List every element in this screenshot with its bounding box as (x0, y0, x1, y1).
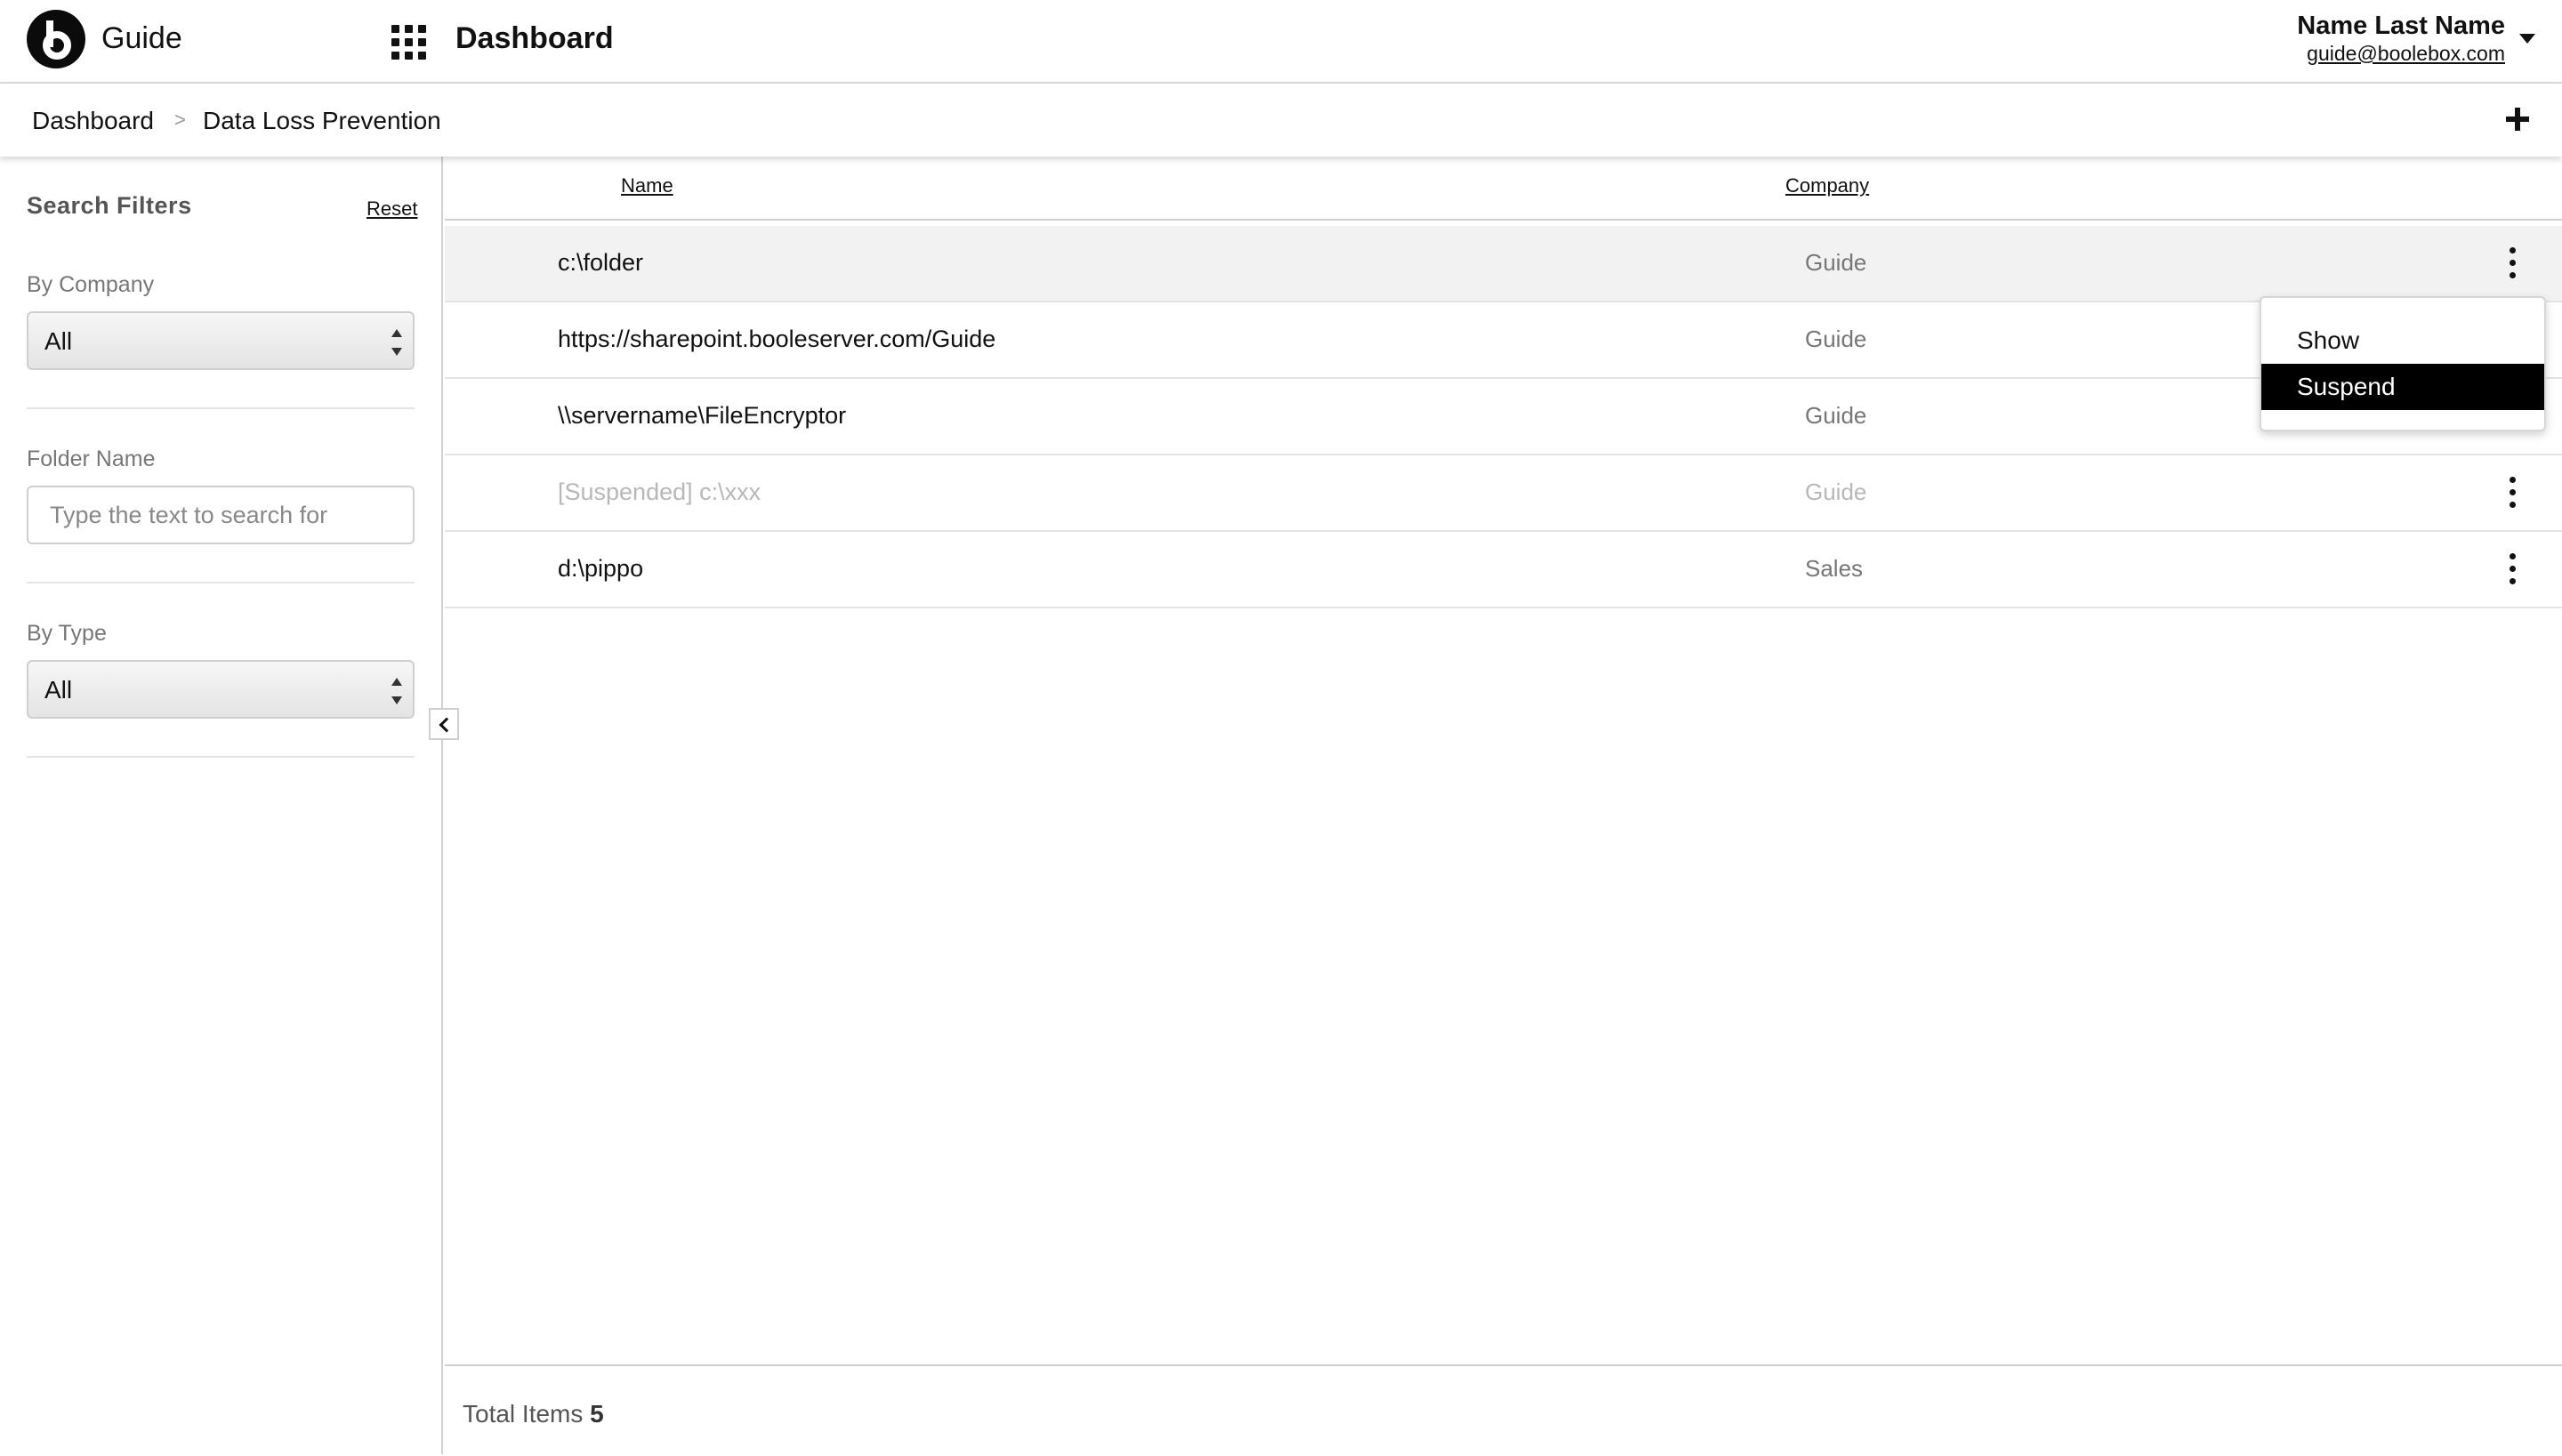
total-items-count: 5 (590, 1400, 604, 1428)
company-select-value: All (44, 327, 73, 355)
chevron-left-icon[interactable] (429, 708, 459, 740)
plus-icon[interactable] (2498, 100, 2537, 139)
reset-link[interactable]: Reset (367, 197, 417, 221)
kebab-menu-icon[interactable] (2503, 551, 2521, 587)
by-company-label: By Company (27, 272, 155, 297)
kebab-menu-icon[interactable] (2503, 475, 2521, 511)
folder-name-label: Folder Name (27, 446, 156, 471)
row-name: [Suspended] c:\xxx (558, 479, 761, 505)
section-title: Dashboard (455, 21, 614, 55)
table-row[interactable]: [Suspended] c:\xxx Guide (445, 455, 2562, 532)
menu-item-show[interactable]: Show (2261, 318, 2544, 364)
row-name: \\servername\FileEncryptor (558, 402, 847, 429)
breadcrumb: Dashboard > Data Loss Prevention (0, 84, 2562, 157)
row-name: c:\folder (558, 249, 644, 276)
row-name: d:\pippo (558, 555, 644, 582)
table-row[interactable]: https://sharepoint.booleserver.com/Guide… (445, 302, 2562, 379)
by-type-label: By Type (27, 621, 107, 646)
total-items: Total Items 5 (463, 1400, 604, 1428)
column-header-name[interactable]: Name (621, 174, 673, 197)
select-arrows-icon (391, 329, 402, 356)
grid-icon[interactable] (391, 25, 427, 60)
caret-down-icon[interactable] (2519, 34, 2535, 44)
table-row[interactable]: d:\pippo Sales (445, 532, 2562, 608)
menu-item-suspend[interactable]: Suspend (2261, 364, 2544, 410)
row-company: Guide (1805, 479, 1867, 505)
top-header: Guide Dashboard Name Last Name guide@boo… (0, 0, 2562, 84)
select-arrows-icon (391, 678, 402, 704)
user-menu[interactable]: Name Last Name guide@boolebox.com (2297, 11, 2505, 66)
row-company: Sales (1805, 555, 1864, 582)
company-select[interactable]: All (27, 311, 415, 370)
divider (27, 756, 415, 758)
row-actions-menu: Show Suspend (2260, 296, 2546, 431)
user-name[interactable]: Name Last Name (2297, 11, 2505, 41)
row-company: Guide (1805, 326, 1867, 352)
table-footer: Total Items 5 (445, 1364, 2562, 1456)
folder-name-input[interactable] (27, 486, 415, 544)
row-company: Guide (1805, 249, 1867, 276)
b-logo-icon[interactable] (27, 10, 85, 68)
search-filters-panel: Search Filters Reset By Company All Fold… (0, 157, 443, 1454)
breadcrumb-item-dashboard[interactable]: Dashboard (32, 107, 154, 135)
divider (27, 407, 415, 409)
type-select-value: All (44, 676, 73, 704)
table-header: Name Company (445, 157, 2562, 221)
table-row[interactable]: c:\folder Guide (445, 226, 2562, 302)
type-select[interactable]: All (27, 660, 415, 719)
column-header-company[interactable]: Company (1785, 174, 1869, 197)
row-name: https://sharepoint.booleserver.com/Guide (558, 326, 996, 352)
total-items-label: Total Items (463, 1400, 584, 1428)
app-name: Guide (101, 21, 182, 55)
breadcrumb-item-data-loss-prevention: Data Loss Prevention (203, 107, 441, 134)
breadcrumb-separator: > (174, 109, 186, 131)
kebab-menu-icon[interactable] (2503, 245, 2521, 281)
filters-title: Search Filters (27, 192, 192, 219)
divider (27, 582, 415, 583)
table-row[interactable]: \\servername\FileEncryptor Guide (445, 379, 2562, 455)
row-company: Guide (1805, 402, 1867, 429)
user-email[interactable]: guide@boolebox.com (2297, 41, 2505, 66)
